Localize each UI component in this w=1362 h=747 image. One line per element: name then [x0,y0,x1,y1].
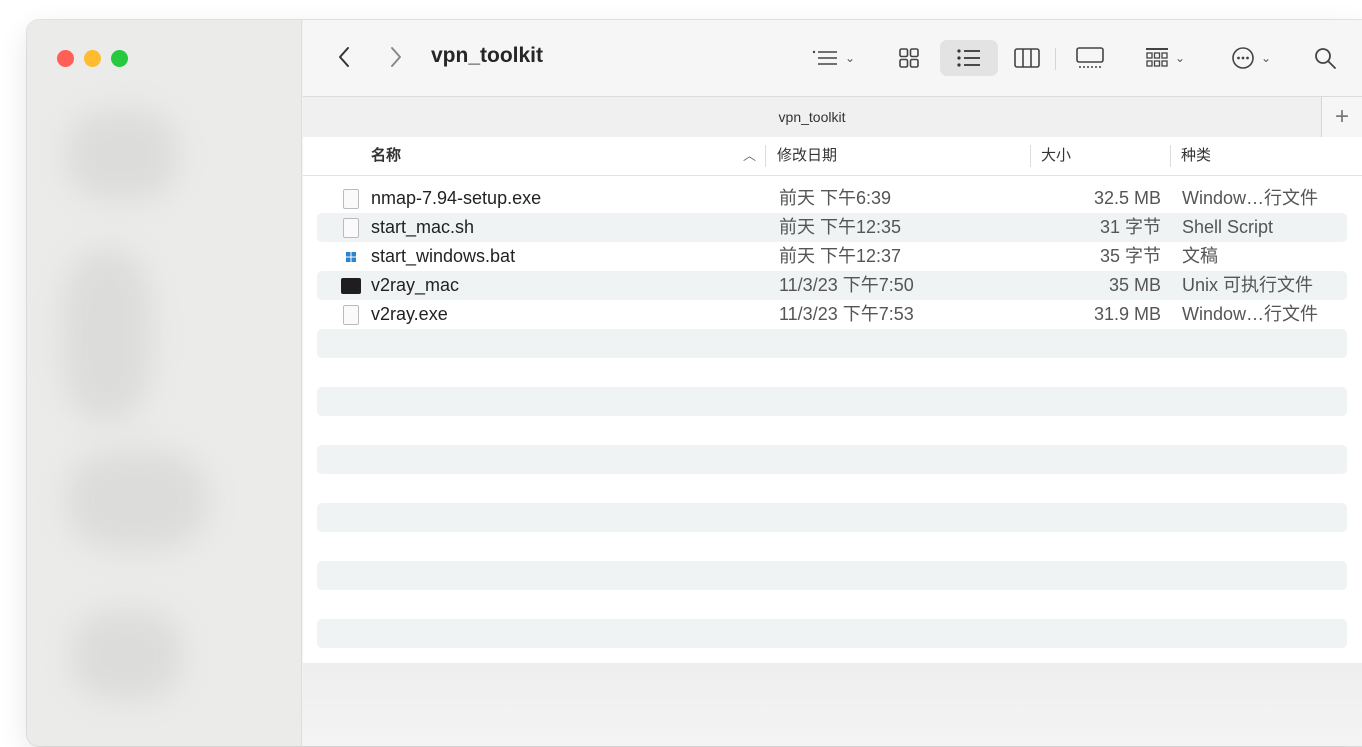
finder-window: vpn_toolkit ⌄ ⌄ ⌄ vpn_toolkit + 名称 ︿ 修改日… [27,20,1362,746]
file-size: 35 字节 [1099,246,1161,266]
column-divider[interactable] [1030,145,1031,167]
file-name: v2ray_mac [371,275,460,295]
grid-icon [899,48,919,68]
file-list: nmap-7.94-setup.exe 前天 下午6:39 32.5 MB Wi… [317,184,1347,648]
new-tab-button[interactable]: + [1321,97,1362,137]
traffic-lights [57,50,128,67]
column-divider[interactable] [765,145,766,167]
toolbar-divider [1055,48,1056,70]
file-name: start_mac.sh [371,217,475,237]
column-name-header[interactable]: 名称 [371,137,401,175]
chevron-down-icon: ⌄ [1174,51,1186,65]
file-row[interactable]: v2ray_mac 11/3/23 下午7:50 35 MB Unix 可执行文… [317,271,1347,300]
sidebar [27,20,302,746]
empty-row [317,474,1347,503]
file-kind: Window…行文件 [1182,188,1319,208]
empty-row [317,561,1347,590]
chevron-down-icon: ⌄ [1260,51,1272,65]
empty-row [317,387,1347,416]
empty-row [317,590,1347,619]
file-kind: Shell Script [1182,217,1274,237]
ellipsis-circle-icon [1232,47,1254,69]
tab-bar: vpn_toolkit + [303,96,1362,138]
bottom-blurred-area [303,663,1362,746]
exe-file-icon [343,305,359,325]
group-list-icon [812,50,837,65]
column-size-header[interactable]: 大小 [1041,137,1071,175]
empty-row [317,532,1347,561]
column-kind-header[interactable]: 种类 [1181,137,1211,175]
bat-file-icon [343,247,359,267]
file-name: v2ray.exe [371,304,448,324]
sidebar-blurred-content [62,250,152,420]
back-button[interactable] [329,42,359,72]
file-date: 前天 下午12:37 [779,246,902,266]
file-kind: 文稿 [1182,246,1218,266]
search-button[interactable] [1307,40,1343,76]
column-date-header[interactable]: 修改日期 [777,137,837,175]
chevron-right-icon [391,47,401,67]
column-view-button[interactable] [1007,40,1047,76]
file-size: 31 字节 [1099,217,1161,237]
close-button[interactable] [57,50,74,67]
file-date: 前天 下午6:39 [779,188,892,208]
chevron-left-icon [339,47,349,67]
file-size: 35 MB [1108,275,1161,295]
file-row[interactable]: nmap-7.94-setup.exe 前天 下午6:39 32.5 MB Wi… [317,184,1347,213]
list-icon [957,49,980,67]
file-row[interactable]: v2ray.exe 11/3/23 下午7:53 31.9 MB Window…… [317,300,1347,329]
forward-button[interactable] [381,42,411,72]
empty-row [317,445,1347,474]
file-date: 11/3/23 下午7:50 [779,275,914,295]
terminal-executable-icon [341,278,361,294]
chevron-down-icon: ⌄ [844,51,856,65]
shell-script-icon [343,218,359,238]
sort-ascending-icon[interactable]: ︿ [743,137,756,175]
arrange-button[interactable]: ⌄ [1137,40,1193,76]
empty-row [317,416,1347,445]
file-size: 32.5 MB [1093,188,1161,208]
arrange-grid-icon [1145,48,1168,67]
file-kind: Unix 可执行文件 [1182,275,1314,295]
file-row[interactable]: start_mac.sh 前天 下午12:35 31 字节 Shell Scri… [317,213,1347,242]
column-header: 名称 ︿ 修改日期 大小 种类 [303,137,1362,176]
file-date: 11/3/23 下午7:53 [779,304,914,324]
column-divider[interactable] [1170,145,1171,167]
file-row[interactable]: start_windows.bat 前天 下午12:37 35 字节 文稿 [317,242,1347,271]
sidebar-blurred-content [67,450,207,550]
icon-view-button[interactable] [889,40,929,76]
toolbar: vpn_toolkit ⌄ ⌄ ⌄ [303,20,1362,96]
sidebar-blurred-content [67,110,177,200]
file-name: start_windows.bat [371,246,516,266]
tab-vpn-toolkit[interactable]: vpn_toolkit [303,97,1321,137]
gallery-icon [1076,47,1104,68]
file-size: 31.9 MB [1093,304,1161,324]
group-by-button[interactable]: ⌄ [803,40,863,76]
sidebar-blurred-content [72,610,182,700]
file-kind: Window…行文件 [1182,304,1319,324]
exe-file-icon [343,189,359,209]
empty-row [317,329,1347,358]
empty-row [317,503,1347,532]
empty-row [317,358,1347,387]
columns-icon [1014,48,1040,68]
search-icon [1315,48,1336,69]
maximize-button[interactable] [111,50,128,67]
more-actions-button[interactable]: ⌄ [1223,40,1279,76]
empty-row [317,619,1347,648]
list-view-button[interactable] [940,40,998,76]
minimize-button[interactable] [84,50,101,67]
main-pane: vpn_toolkit ⌄ ⌄ ⌄ vpn_toolkit + 名称 ︿ 修改日… [303,20,1362,746]
file-name: nmap-7.94-setup.exe [371,188,542,208]
window-title: vpn_toolkit [431,44,544,67]
file-date: 前天 下午12:35 [779,217,902,237]
gallery-view-button[interactable] [1065,40,1115,76]
